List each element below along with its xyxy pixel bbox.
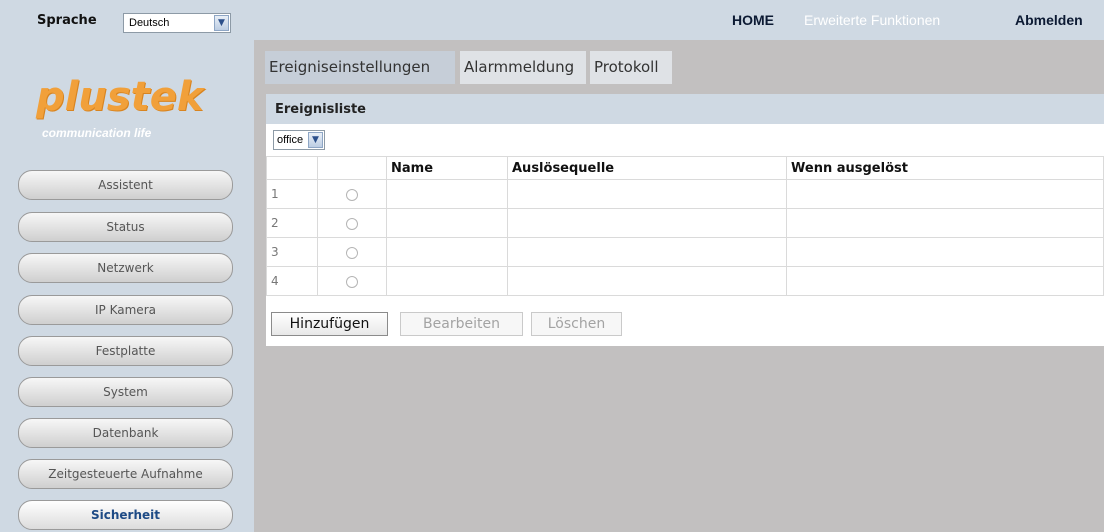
sidebar: plustek communication life Assistent Sta… [0,40,254,532]
row-name [386,179,508,209]
row-select-radio[interactable] [346,188,358,201]
sidebar-item-sicherheit[interactable]: Sicherheit [18,500,233,530]
language-label: Sprache [37,13,97,28]
tab-alarmmeldung[interactable]: Alarmmeldung [460,51,586,84]
event-table: Name Auslösequelle Wenn ausgelöst 1 2 3 … [266,156,1104,296]
column-header-select [317,156,387,180]
row-name [386,237,508,267]
column-header-number [266,156,318,180]
column-header-name: Name [386,156,508,180]
brand-logo: plustek [36,74,204,120]
row-name [386,208,508,238]
column-header-when-triggered: Wenn ausgelöst [786,156,1104,180]
row-select-radio[interactable] [346,275,358,288]
table-row[interactable]: 2 [266,208,1104,238]
row-number: 1 [266,179,318,209]
nav-logout-link[interactable]: Abmelden [1015,12,1083,28]
event-list-panel: Ereignisliste office ▼ Name Auslösequell… [266,94,1104,346]
sidebar-item-festplatte[interactable]: Festplatte [18,336,233,366]
sidebar-item-netzwerk[interactable]: Netzwerk [18,253,233,283]
event-filter-select[interactable]: office ▼ [273,130,325,150]
sidebar-item-datenbank[interactable]: Datenbank [18,418,233,448]
add-button[interactable]: Hinzufügen [271,312,388,336]
sidebar-item-status[interactable]: Status [18,212,233,242]
row-number: 2 [266,208,318,238]
table-row[interactable]: 3 [266,237,1104,267]
sidebar-item-assistent[interactable]: Assistent [18,170,233,200]
row-source [507,179,787,209]
table-row[interactable]: 1 [266,179,1104,209]
edit-button[interactable]: Bearbeiten [400,312,523,336]
sidebar-item-zeitgesteuerte-aufnahme[interactable]: Zeitgesteuerte Aufnahme [18,459,233,489]
language-select-value: Deutsch [129,17,170,29]
row-number: 4 [266,266,318,296]
row-source [507,237,787,267]
row-source [507,208,787,238]
sidebar-item-ip-kamera[interactable]: IP Kamera [18,295,233,325]
top-bar: Sprache Deutsch ▼ HOME Erweiterte Funkti… [0,0,1104,40]
event-list-header: Ereignisliste [266,94,1104,124]
row-when [786,179,1104,209]
chevron-down-icon[interactable]: ▼ [308,132,323,148]
event-list-title: Ereignisliste [275,102,366,117]
tab-protokoll[interactable]: Protokoll [590,51,672,84]
table-header-row: Name Auslösequelle Wenn ausgelöst [266,156,1104,180]
row-select-radio[interactable] [346,217,358,230]
row-name [386,266,508,296]
row-when [786,266,1104,296]
row-when [786,208,1104,238]
language-select[interactable]: Deutsch ▼ [123,13,231,33]
nav-home-link[interactable]: HOME [732,12,774,28]
row-source [507,266,787,296]
sidebar-item-system[interactable]: System [18,377,233,407]
row-when [786,237,1104,267]
tab-ereigniseinstellungen[interactable]: Ereigniseinstellungen [265,51,455,84]
row-number: 3 [266,237,318,267]
column-header-source: Auslösequelle [507,156,787,180]
event-filter-value: office [277,134,304,146]
brand-tagline: communication life [42,126,152,140]
table-row[interactable]: 4 [266,266,1104,296]
delete-button[interactable]: Löschen [531,312,622,336]
nav-extended-functions-link[interactable]: Erweiterte Funktionen [804,12,940,28]
chevron-down-icon[interactable]: ▼ [214,15,229,31]
row-select-radio[interactable] [346,246,358,259]
